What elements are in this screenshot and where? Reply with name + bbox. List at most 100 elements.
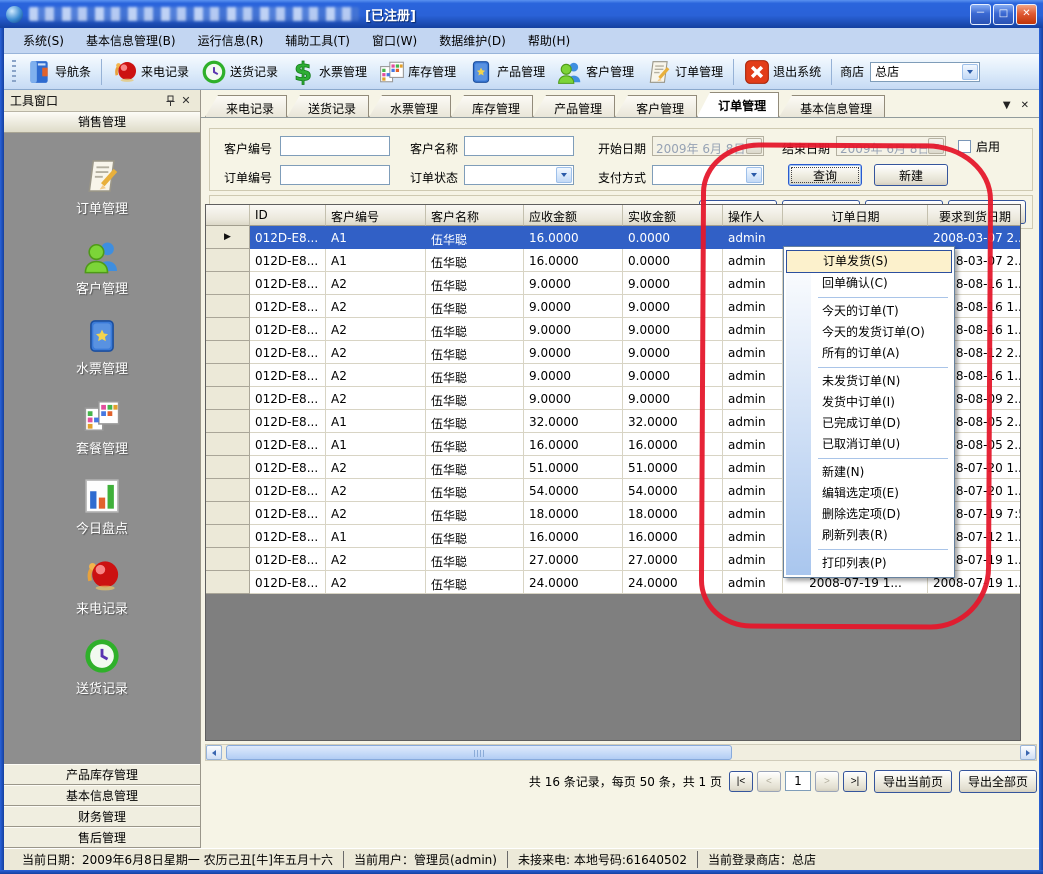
context-menu-item[interactable]: 发货中订单(I) — [786, 392, 952, 413]
end-date-arrow-icon[interactable] — [928, 138, 944, 154]
sidebar-item[interactable]: 水票管理 — [4, 317, 200, 377]
menu-bar-item[interactable]: 数据维护(D) — [428, 29, 517, 52]
new-button[interactable]: 新建 — [874, 164, 948, 186]
row-selector-cell[interactable] — [206, 364, 250, 387]
grid-header-cell[interactable]: 订单日期 — [783, 205, 928, 226]
menu-bar-item[interactable]: 基本信息管理(B) — [75, 29, 187, 52]
row-selector-cell[interactable] — [206, 318, 250, 341]
context-menu-item[interactable]: 今天的订单(T) — [786, 301, 952, 322]
tab[interactable]: 基本信息管理 — [779, 95, 885, 117]
row-selector-cell[interactable] — [206, 272, 250, 295]
order-no-input[interactable] — [280, 165, 390, 185]
query-button[interactable]: 查询 — [788, 164, 862, 186]
sidebar-group-sales[interactable]: 销售管理 — [4, 112, 200, 133]
sidebar-group-bar[interactable]: 产品库存管理 — [4, 764, 200, 785]
context-menu-item[interactable]: 编辑选定项(E) — [786, 483, 952, 504]
context-menu-item[interactable]: 今天的发货订单(O) — [786, 322, 952, 343]
sidebar-item[interactable]: 客户管理 — [4, 237, 200, 297]
shop-combo-arrow-icon[interactable] — [962, 64, 978, 80]
row-selector-cell[interactable] — [206, 387, 250, 410]
maximize-button[interactable]: □ — [993, 4, 1014, 25]
sidebar-item[interactable]: 送货记录 — [4, 637, 200, 697]
row-selector-cell[interactable] — [206, 479, 250, 502]
context-menu-item[interactable]: 回单确认(C) — [786, 273, 952, 294]
shop-combo[interactable]: 总店 — [870, 62, 980, 82]
customer-name-input[interactable] — [464, 136, 574, 156]
pay-method-arrow-icon[interactable] — [746, 167, 762, 183]
context-menu-item[interactable]: 刷新列表(R) — [786, 525, 952, 546]
menu-bar-item[interactable]: 系统(S) — [12, 29, 75, 52]
tab[interactable]: 库存管理 — [451, 95, 533, 117]
grid-header-cell[interactable]: 要求到货日期 — [928, 205, 1021, 226]
scrollbar-track[interactable] — [222, 745, 1020, 760]
grid-header-cell[interactable]: 应收金额 — [524, 205, 623, 226]
context-menu-item[interactable]: 订单发货(S) — [786, 250, 952, 273]
horizontal-scrollbar[interactable] — [205, 744, 1037, 761]
sidebar-item[interactable]: 套餐管理 — [4, 397, 200, 457]
export-current-page-button[interactable]: 导出当前页 — [874, 770, 952, 793]
sidebar-group-bar[interactable]: 财务管理 — [4, 806, 200, 827]
row-selector-cell[interactable] — [206, 456, 250, 479]
menu-bar-item[interactable]: 窗口(W) — [361, 29, 428, 52]
toolbar-button[interactable]: 库存管理 — [373, 57, 462, 87]
last-page-button[interactable]: >| — [843, 771, 867, 792]
toolbar-button[interactable]: 导航条 — [20, 57, 97, 87]
scroll-left-icon[interactable] — [206, 745, 222, 760]
grid-header-cell[interactable]: 操作人 — [723, 205, 783, 226]
tab[interactable]: 送货记录 — [287, 95, 369, 117]
row-selector-cell[interactable] — [206, 341, 250, 364]
menu-bar-item[interactable]: 帮助(H) — [517, 29, 581, 52]
start-date-picker[interactable]: 2009年 6月 8日 — [652, 136, 764, 156]
sidebar-group-bar[interactable]: 基本信息管理 — [4, 785, 200, 806]
toolbar-button[interactable]: 产品管理 — [462, 57, 551, 87]
export-all-pages-button[interactable]: 导出全部页 — [959, 770, 1037, 793]
row-selector-cell[interactable]: ▶ — [206, 226, 250, 249]
context-menu-item[interactable]: 打印列表(P) — [786, 553, 952, 574]
first-page-button[interactable]: |< — [729, 771, 753, 792]
toolbar-button[interactable]: 订单管理 — [640, 57, 729, 87]
context-menu-item[interactable]: 已取消订单(U) — [786, 434, 952, 455]
row-selector-cell[interactable] — [206, 525, 250, 548]
toolbar-button[interactable]: 退出系统 — [738, 57, 827, 87]
page-number-input[interactable] — [785, 771, 811, 791]
end-date-picker[interactable]: 2009年 6月 8日 — [836, 136, 946, 156]
toolbar-button[interactable]: 来电记录 — [106, 57, 195, 87]
row-selector-cell[interactable] — [206, 249, 250, 272]
prev-page-button[interactable]: < — [757, 771, 781, 792]
minimize-button[interactable]: － — [970, 4, 991, 25]
sidebar-group-bar[interactable]: 售后管理 — [4, 827, 200, 848]
grid-header-cell[interactable]: 实收金额 — [623, 205, 723, 226]
row-selector-cell[interactable] — [206, 548, 250, 571]
close-button[interactable]: ✕ — [1016, 4, 1037, 25]
enable-checkbox-row[interactable]: 启用 — [958, 138, 1000, 155]
order-status-arrow-icon[interactable] — [556, 167, 572, 183]
row-selector-cell[interactable] — [206, 433, 250, 456]
tab[interactable]: 来电记录 — [205, 95, 287, 117]
sidebar-item[interactable]: 今日盘点 — [4, 477, 200, 537]
next-page-button[interactable]: > — [815, 771, 839, 792]
context-menu-item[interactable]: 删除选定项(D) — [786, 504, 952, 525]
context-menu-item[interactable]: 新建(N) — [786, 462, 952, 483]
context-menu-item[interactable]: 已完成订单(D) — [786, 413, 952, 434]
menu-bar-item[interactable]: 辅助工具(T) — [274, 29, 361, 52]
tab[interactable]: 订单管理 — [697, 92, 779, 117]
start-date-arrow-icon[interactable] — [746, 138, 762, 154]
context-menu-item[interactable]: 未发货订单(N) — [786, 371, 952, 392]
menu-bar-item[interactable]: 运行信息(R) — [187, 29, 275, 52]
tool-window-close-icon[interactable]: ✕ — [178, 93, 194, 109]
sidebar-item[interactable]: 订单管理 — [4, 157, 200, 217]
tab[interactable]: 水票管理 — [369, 95, 451, 117]
grid-header-cell[interactable]: 客户名称 — [426, 205, 524, 226]
context-menu-item[interactable]: 所有的订单(A) — [786, 343, 952, 364]
toolbar-button[interactable]: $ 水票管理 — [284, 57, 373, 87]
grid-header-cell[interactable]: 客户编号 — [326, 205, 426, 226]
row-selector-cell[interactable] — [206, 295, 250, 318]
toolbar-button[interactable]: 送货记录 — [195, 57, 284, 87]
customer-no-input[interactable] — [280, 136, 390, 156]
pin-icon[interactable] — [162, 93, 178, 109]
sidebar-item[interactable]: 来电记录 — [4, 557, 200, 617]
order-status-combo[interactable] — [464, 165, 574, 185]
row-selector-cell[interactable] — [206, 502, 250, 525]
tab[interactable]: 产品管理 — [533, 95, 615, 117]
grid-header-cell[interactable]: ID — [250, 205, 326, 226]
